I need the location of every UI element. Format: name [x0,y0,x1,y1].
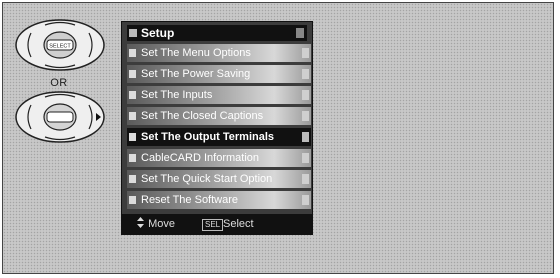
menu-footer: Move SEL Select [122,214,312,234]
scroll-indicator-icon [296,28,304,38]
menu-item-label: Set The Menu Options [141,47,251,59]
setup-menu: Setup Set The Menu Options Set The Power … [121,21,313,235]
item-end-icon [302,69,309,79]
menu-item-label: Set The Power Saving [141,68,251,80]
title-tab-icon [129,29,137,37]
item-tab-icon [129,196,136,204]
item-tab-icon [129,49,136,57]
menu-title-bar: Setup [127,25,307,41]
menu-item[interactable]: CableCARD Information [127,149,311,167]
select-key-label: SELECT [49,44,71,50]
menu-items: Set The Menu Options Set The Power Saving… [127,44,311,212]
item-end-icon [302,48,309,58]
item-end-icon [302,132,309,142]
menu-item[interactable]: Set The Power Saving [127,65,311,83]
updown-arrows-icon [137,217,144,228]
remote-select-button-group: SELECT [15,19,105,71]
menu-item[interactable]: Set The Inputs [127,86,311,104]
sel-key-icon: SEL [202,219,224,231]
remote-arrow-pad-group [15,91,105,143]
item-end-icon [302,111,309,121]
item-tab-icon [129,91,136,99]
menu-item[interactable]: Set The Quick Start Option [127,170,311,188]
menu-item-label: CableCARD Information [141,152,259,164]
menu-item-label: Set The Inputs [141,89,213,101]
item-end-icon [302,195,309,205]
menu-item-label: Reset The Software [141,194,239,206]
item-tab-icon [129,175,136,183]
item-end-icon [302,153,309,163]
item-tab-icon [129,133,136,141]
menu-item-label: Set The Output Terminals [141,131,275,143]
menu-item-label: Set The Quick Start Option [141,173,273,185]
menu-item[interactable]: Set The Menu Options [127,44,311,62]
item-end-icon [302,90,309,100]
menu-item[interactable]: Reset The Software [127,191,311,209]
menu-item[interactable]: Set The Output Terminals [127,128,311,146]
screen-frame: SELECT OR Setup Set The Menu Options Set … [2,2,554,274]
move-label: Move [148,218,175,230]
move-hint: Move [136,214,175,234]
item-tab-icon [129,112,136,120]
item-tab-icon [129,154,136,162]
item-tab-icon [129,70,136,78]
or-label: OR [50,77,68,89]
menu-item-label: Set The Closed Captions [141,110,264,122]
menu-title: Setup [141,26,175,40]
select-label: Select [223,218,254,230]
item-end-icon [302,174,309,184]
menu-item[interactable]: Set The Closed Captions [127,107,311,125]
